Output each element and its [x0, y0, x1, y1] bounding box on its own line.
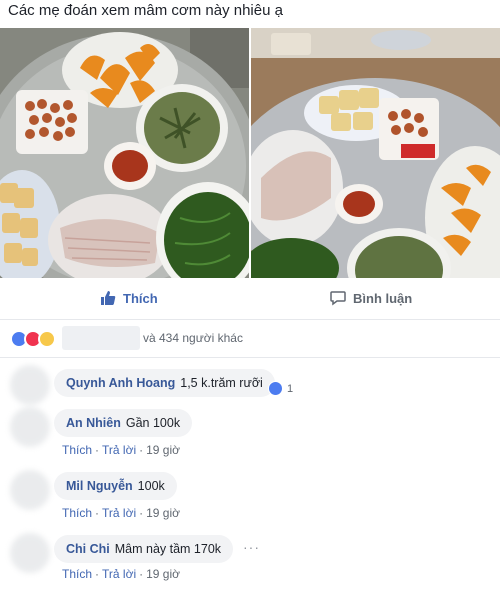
comment-author[interactable]: Chi Chi — [66, 542, 110, 556]
reaction-others-text[interactable]: và 434 người khác — [143, 331, 243, 345]
comment-reply-link[interactable]: Trả lời — [102, 567, 136, 581]
like-button[interactable]: Thích — [100, 290, 158, 306]
speech-bubble-icon — [330, 291, 346, 306]
comment-meta: Thích · Trả lời · 19 giờ — [62, 506, 180, 520]
comment-reply-link[interactable]: Trả lời — [102, 506, 136, 520]
thumbs-up-icon — [101, 291, 116, 305]
comment-like-link[interactable]: Thích — [62, 506, 92, 520]
comment-author[interactable]: Mil Nguyễn — [66, 479, 133, 493]
meal-photo-right-image — [251, 28, 500, 278]
redacted-names — [62, 326, 140, 350]
comment-bubble: Chi Chi Mâm này tầm 170k — [54, 535, 234, 563]
comment-button[interactable]: Bình luận — [330, 290, 412, 306]
comment-bubble: An Nhiên Gần 100k — [54, 409, 193, 437]
post-caption: Các mẹ đoán xem mâm cơm này nhiêu ạ — [8, 2, 283, 19]
comment-reply-link[interactable]: Trả lời — [102, 443, 136, 457]
comment-bubble: Quynh Anh Hoang 1,5 k.trăm rưỡi — [54, 369, 275, 397]
comment-time[interactable]: 19 giờ — [146, 443, 180, 457]
comment-text: Mâm này tầm 170k — [114, 542, 222, 556]
more-options-icon[interactable]: ··· — [243, 539, 260, 555]
comment-author[interactable]: Quynh Anh Hoang — [66, 376, 175, 390]
comment-time[interactable]: 19 giờ — [146, 567, 180, 581]
comment-meta: Thích · Trả lời · 19 giờ — [62, 443, 180, 457]
avatar[interactable] — [10, 365, 50, 405]
avatar[interactable] — [10, 533, 50, 573]
wow-icon — [38, 330, 56, 348]
comment-reaction-count[interactable]: 1 — [268, 381, 293, 396]
meal-photo-right[interactable] — [251, 28, 500, 278]
comment-text: 1,5 k.trăm rưỡi — [180, 376, 263, 390]
comment-button-label: Bình luận — [353, 290, 413, 306]
meal-photo-left-image — [0, 28, 249, 278]
like-icon — [268, 381, 283, 396]
comment-text: Gần 100k — [125, 416, 181, 430]
comment-author[interactable]: An Nhiên — [66, 416, 121, 430]
comment-meta: Thích · Trả lời · 19 giờ — [62, 567, 180, 581]
reactions-summary[interactable]: và 434 người khác — [0, 320, 500, 358]
comment-like-link[interactable]: Thích — [62, 443, 92, 457]
comment-like-link[interactable]: Thích — [62, 567, 92, 581]
comment-bubble: Mil Nguyễn 100k — [54, 472, 177, 500]
like-button-label: Thích — [123, 290, 158, 306]
post-actions-bar: Thích Bình luận — [0, 278, 500, 320]
comment-time[interactable]: 19 giờ — [146, 506, 180, 520]
comment-text: 100k — [137, 479, 165, 493]
reaction-count-value: 1 — [287, 382, 294, 395]
avatar[interactable] — [10, 407, 50, 447]
avatar[interactable] — [10, 470, 50, 510]
meal-photo-left[interactable] — [0, 28, 249, 278]
post-photos[interactable] — [0, 28, 500, 278]
